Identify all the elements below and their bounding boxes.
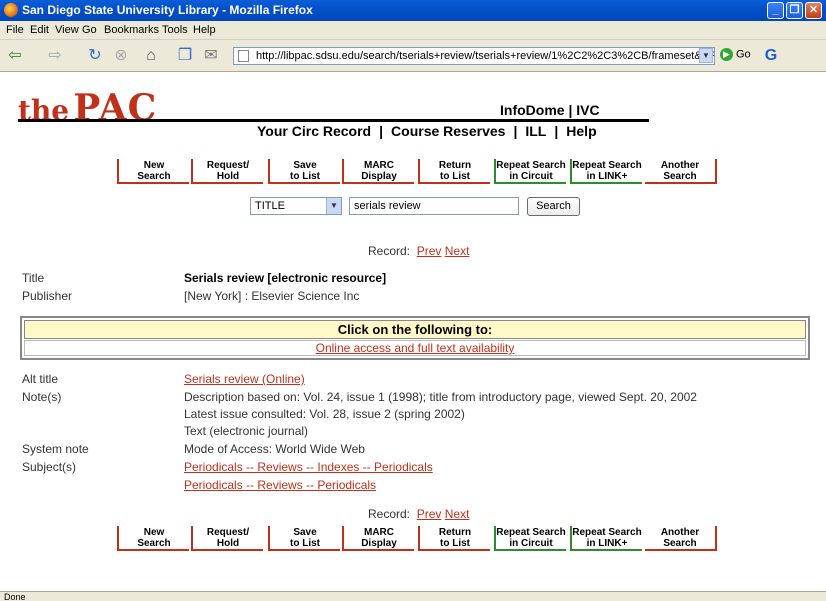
go-label: Go — [736, 48, 751, 61]
new-search-button[interactable]: New Search — [117, 159, 189, 184]
subject-item: Periodicals -- Reviews -- Periodicals — [184, 478, 376, 492]
status-bar: Done — [0, 591, 826, 601]
system-note-label: System note — [22, 442, 89, 456]
prev-record-link[interactable]: Prev — [417, 507, 442, 521]
help-link[interactable]: Help — [566, 123, 596, 139]
repeat-search-circuit-button[interactable]: Repeat Search in Circuit — [494, 159, 566, 184]
search-type-value: TITLE — [255, 200, 285, 212]
repeat-search-linkplus-button[interactable]: Repeat Search in LINK+ — [570, 159, 642, 184]
note-item: Latest issue consulted: Vol. 28, issue 2… — [184, 407, 465, 421]
forward-icon[interactable]: ⇨ — [44, 46, 66, 66]
menu-edit[interactable]: Edit — [30, 24, 49, 36]
record-nav-bottom: Record: Prev Next — [368, 507, 469, 521]
subject-link[interactable]: Periodicals -- Reviews -- Indexes -- Per… — [184, 460, 433, 474]
publisher-value: [New York] : Elsevier Science Inc — [184, 289, 360, 303]
mail-icon[interactable]: ✉ — [200, 46, 222, 66]
subject-link[interactable]: Periodicals -- Reviews -- Periodicals — [184, 478, 376, 492]
record-nav-label: Record: — [368, 244, 411, 258]
publisher-label: Publisher — [22, 289, 73, 303]
alt-title-label: Alt title — [22, 372, 59, 386]
close-button[interactable]: ✕ — [805, 2, 822, 19]
reload-icon[interactable]: ↻ — [84, 46, 106, 66]
circ-record-link[interactable]: Your Circ Record — [257, 123, 371, 139]
save-to-list-button[interactable]: Save to List — [268, 526, 340, 551]
marc-display-button[interactable]: MARC Display — [342, 159, 414, 184]
another-search-button[interactable]: Another Search — [645, 526, 717, 551]
ivc-link[interactable]: IVC — [576, 102, 599, 118]
record-nav-top: Record: Prev Next — [368, 244, 469, 258]
go-arrow-icon: ▶ — [720, 48, 733, 61]
repeat-search-linkplus-button[interactable]: Repeat Search in LINK+ — [570, 526, 642, 551]
click-on-header: Click on the following to: — [24, 320, 806, 339]
menu-help[interactable]: Help — [193, 24, 216, 36]
course-reserves-link[interactable]: Course Reserves — [391, 123, 505, 139]
system-note-value: Mode of Access: World Wide Web — [184, 442, 365, 456]
another-search-button[interactable]: Another Search — [645, 159, 717, 184]
return-to-list-button[interactable]: Return to List — [418, 159, 490, 184]
maximize-button[interactable]: ❐ — [786, 2, 803, 19]
action-buttons-bottom: New Search Request/ Hold Save to List MA… — [117, 526, 717, 552]
online-access-row: Online access and full text availability — [24, 340, 806, 356]
chevron-down-icon: ▼ — [326, 198, 341, 214]
google-search-icon[interactable]: G — [760, 46, 782, 66]
repeat-search-circuit-button[interactable]: Repeat Search in Circuit — [494, 526, 566, 551]
title-value: Serials review [electronic resource] — [184, 271, 387, 285]
navigation-toolbar: ⇦ ⇨ ↻ ⊗ ⌂ ❐ ✉ http://libpac.sdsu.edu/sea… — [0, 40, 826, 72]
window-title: San Diego State University Library - Moz… — [22, 3, 313, 17]
online-access-link[interactable]: Online access and full text availability — [316, 341, 515, 355]
address-bar[interactable]: http://libpac.sdsu.edu/search/tserials+r… — [233, 47, 715, 65]
prev-record-link[interactable]: Prev — [417, 244, 442, 258]
header-rule — [18, 119, 649, 122]
menu-bar: File Edit View Go Bookmarks Tools Help — [0, 21, 826, 40]
marc-display-button[interactable]: MARC Display — [342, 526, 414, 551]
request-hold-button[interactable]: Request/ Hold — [191, 159, 263, 184]
minimize-button[interactable]: _ — [767, 2, 784, 19]
ill-link[interactable]: ILL — [525, 123, 546, 139]
menu-view[interactable]: View — [55, 24, 79, 36]
page-icon — [238, 50, 249, 62]
title-label: Title — [22, 271, 45, 285]
return-to-list-button[interactable]: Return to List — [418, 526, 490, 551]
new-search-button[interactable]: New Search — [117, 526, 189, 551]
record-nav-label: Record: — [368, 507, 411, 521]
new-window-icon[interactable]: ❐ — [174, 46, 196, 66]
subject-item: Periodicals -- Reviews -- Indexes -- Per… — [184, 460, 433, 474]
note-item: Description based on: Vol. 24, issue 1 (… — [184, 390, 697, 404]
alt-title-link[interactable]: Serials review (Online) — [184, 372, 305, 386]
address-dropdown-icon[interactable]: ▼ — [699, 48, 713, 63]
alt-title-value: Serials review (Online) — [184, 372, 305, 386]
online-access-box: Click on the following to: Online access… — [20, 316, 810, 360]
next-record-link[interactable]: Next — [445, 244, 470, 258]
menu-go[interactable]: Go — [82, 24, 97, 36]
save-to-list-button[interactable]: Save to List — [268, 159, 340, 184]
pac-logo: the PAC — [18, 87, 158, 129]
menu-tools[interactable]: Tools — [162, 24, 188, 36]
next-record-link[interactable]: Next — [445, 507, 470, 521]
go-button[interactable]: ▶ Go — [720, 48, 751, 61]
request-hold-button[interactable]: Request/ Hold — [191, 526, 263, 551]
home-icon[interactable]: ⌂ — [140, 46, 162, 66]
firefox-icon — [4, 3, 18, 17]
page-content: the PAC InfoDome | IVC Your Circ Record |… — [0, 73, 826, 591]
search-button[interactable]: Search — [527, 197, 580, 216]
back-icon[interactable]: ⇦ — [4, 46, 26, 66]
menu-file[interactable]: File — [6, 24, 24, 36]
infodome-link[interactable]: InfoDome — [500, 102, 565, 118]
notes-label: Note(s) — [22, 390, 62, 404]
window-title-bar: San Diego State University Library - Moz… — [0, 0, 826, 21]
subjects-label: Subject(s) — [22, 460, 77, 474]
catalog-links: InfoDome | IVC — [500, 102, 600, 118]
top-links: Your Circ Record | Course Reserves | ILL | Hel… — [257, 123, 597, 139]
address-text: http://libpac.sdsu.edu/search/tserials+r… — [256, 50, 715, 62]
menu-bookmarks[interactable]: Bookmarks — [104, 24, 159, 36]
search-input[interactable]: serials review — [349, 197, 519, 215]
note-item: Text (electronic journal) — [184, 424, 309, 438]
search-type-select[interactable]: TITLE ▼ — [250, 197, 342, 215]
stop-icon[interactable]: ⊗ — [110, 46, 132, 66]
action-buttons-top: New Search Request/ Hold Save to List MA… — [117, 159, 717, 185]
